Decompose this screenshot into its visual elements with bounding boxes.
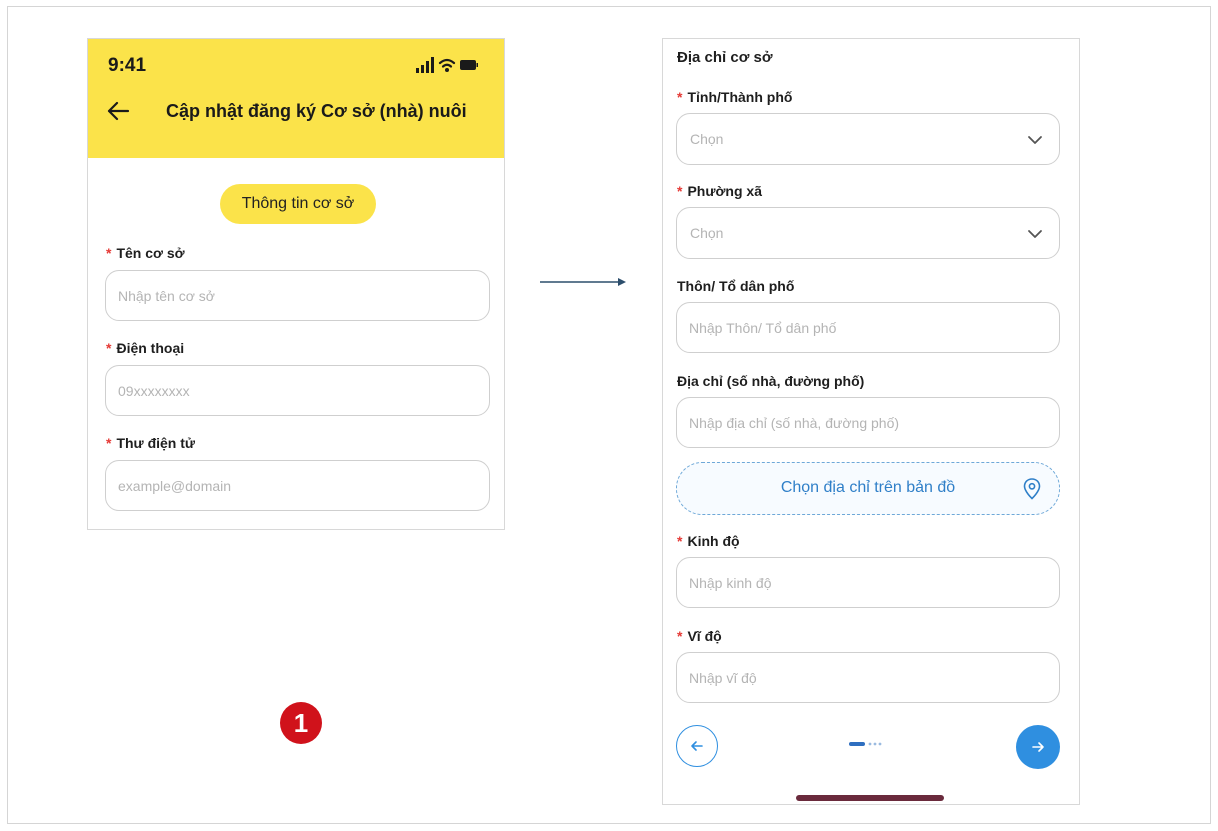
chevron-down-icon	[1028, 230, 1042, 238]
province-label: * Tỉnh/Thành phố	[677, 89, 793, 105]
required-marker: *	[677, 628, 683, 644]
wifi-icon	[438, 58, 456, 68]
phone-label: * Điện thoại	[106, 340, 185, 356]
hamlet-input[interactable]	[676, 302, 1060, 353]
facility-name-label: * Tên cơ sở	[106, 245, 185, 261]
step-badge: 1	[280, 702, 322, 744]
back-arrow-icon[interactable]	[106, 99, 130, 123]
location-pin-icon	[1023, 478, 1041, 500]
page-title: Cập nhật đăng ký Cơ sở (nhà) nuôi	[166, 101, 467, 121]
home-indicator	[796, 795, 944, 801]
phone-input[interactable]	[105, 365, 490, 416]
required-marker: *	[677, 89, 683, 105]
flow-arrow-icon	[540, 278, 626, 286]
required-marker: *	[677, 533, 683, 549]
longitude-label: * Kinh độ	[677, 533, 740, 549]
longitude-input[interactable]	[676, 557, 1060, 608]
required-marker: *	[677, 183, 683, 199]
ward-label: * Phường xã	[677, 183, 762, 199]
required-marker: *	[106, 245, 112, 261]
address-label: Địa chỉ (số nhà, đường phố)	[677, 373, 865, 389]
signal-icon	[416, 57, 434, 73]
address-screen: Địa chỉ cơ sở * Tỉnh/Thành phố Chọn * Phườ…	[662, 38, 1080, 805]
step-indicator	[849, 742, 882, 746]
latitude-label: * Vĩ độ	[677, 628, 722, 644]
section-pill: Thông tin cơ sở	[220, 184, 376, 224]
arrow-right-icon	[1032, 742, 1044, 752]
section-title: Địa chỉ cơ sở	[677, 49, 773, 66]
province-select[interactable]: Chọn	[676, 113, 1060, 165]
address-input[interactable]	[676, 397, 1060, 448]
province-placeholder: Chọn	[690, 131, 724, 147]
ward-placeholder: Chọn	[690, 225, 724, 241]
registration-screen: 9:41 Cập nhật đăng ký Cơ sở (nhà) nuôi T…	[87, 38, 505, 530]
status-icons	[416, 57, 478, 73]
previous-step-button[interactable]	[676, 725, 718, 767]
email-input[interactable]	[105, 460, 490, 511]
app-header: 9:41 Cập nhật đăng ký Cơ sở (nhà) nuôi	[88, 39, 504, 158]
facility-name-input[interactable]	[105, 270, 490, 321]
next-step-button[interactable]	[1016, 725, 1060, 769]
hamlet-label: Thôn/ Tổ dân phố	[677, 278, 795, 294]
required-marker: *	[106, 435, 112, 451]
latitude-input[interactable]	[676, 652, 1060, 703]
ward-select[interactable]: Chọn	[676, 207, 1060, 259]
choose-on-map-label: Chọn địa chỉ trên bản đồ	[780, 479, 956, 496]
required-marker: *	[106, 340, 112, 356]
arrow-left-icon	[691, 741, 703, 751]
choose-on-map-button[interactable]: Chọn địa chỉ trên bản đồ	[676, 462, 1060, 515]
status-time: 9:41	[108, 55, 147, 76]
battery-icon	[460, 60, 478, 70]
chevron-down-icon	[1028, 136, 1042, 144]
email-label: * Thư điện tử	[106, 435, 196, 451]
